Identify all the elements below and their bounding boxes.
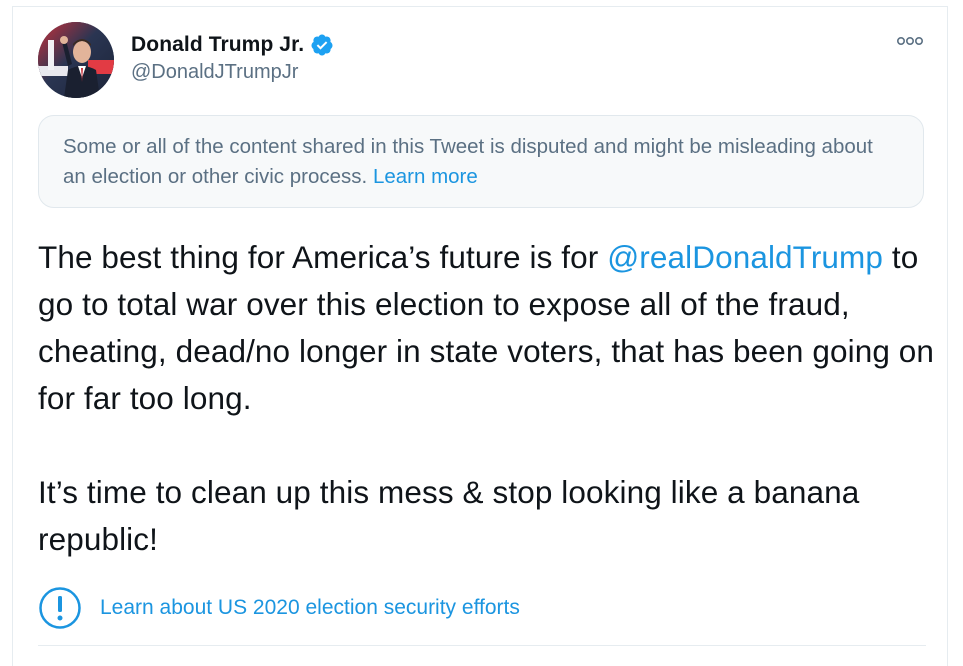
exclamation-circle-icon	[39, 587, 81, 629]
disputed-content-notice: Some or all of the content shared in thi…	[38, 115, 924, 208]
more-options-icon[interactable]	[896, 34, 924, 48]
mention-link[interactable]: @realDonaldTrump	[607, 239, 883, 275]
election-info-label[interactable]: Learn about US 2020 election security ef…	[100, 596, 520, 620]
verified-badge-icon	[311, 34, 333, 56]
tweet-paragraph-1: The best thing for America’s future is f…	[38, 234, 938, 422]
author-info: Donald Trump Jr. @DonaldJTrumpJr	[131, 31, 334, 84]
author-handle[interactable]: @DonaldJTrumpJr	[131, 61, 334, 84]
avatar[interactable]	[38, 22, 114, 98]
tweet-header: Donald Trump Jr. @DonaldJTrumpJr	[38, 22, 928, 100]
election-info-link[interactable]: Learn about US 2020 election security ef…	[38, 586, 520, 630]
learn-more-link[interactable]: Learn more	[373, 165, 478, 188]
profile-photo-image	[38, 22, 114, 98]
tweet-body: The best thing for America’s future is f…	[38, 234, 938, 563]
divider	[38, 645, 926, 646]
tweet-paragraph-2: It’s time to clean up this mess & stop l…	[38, 474, 860, 557]
tweet-text-prefix: The best thing for America’s future is f…	[38, 239, 608, 275]
author-display-name[interactable]: Donald Trump Jr.	[131, 33, 304, 57]
